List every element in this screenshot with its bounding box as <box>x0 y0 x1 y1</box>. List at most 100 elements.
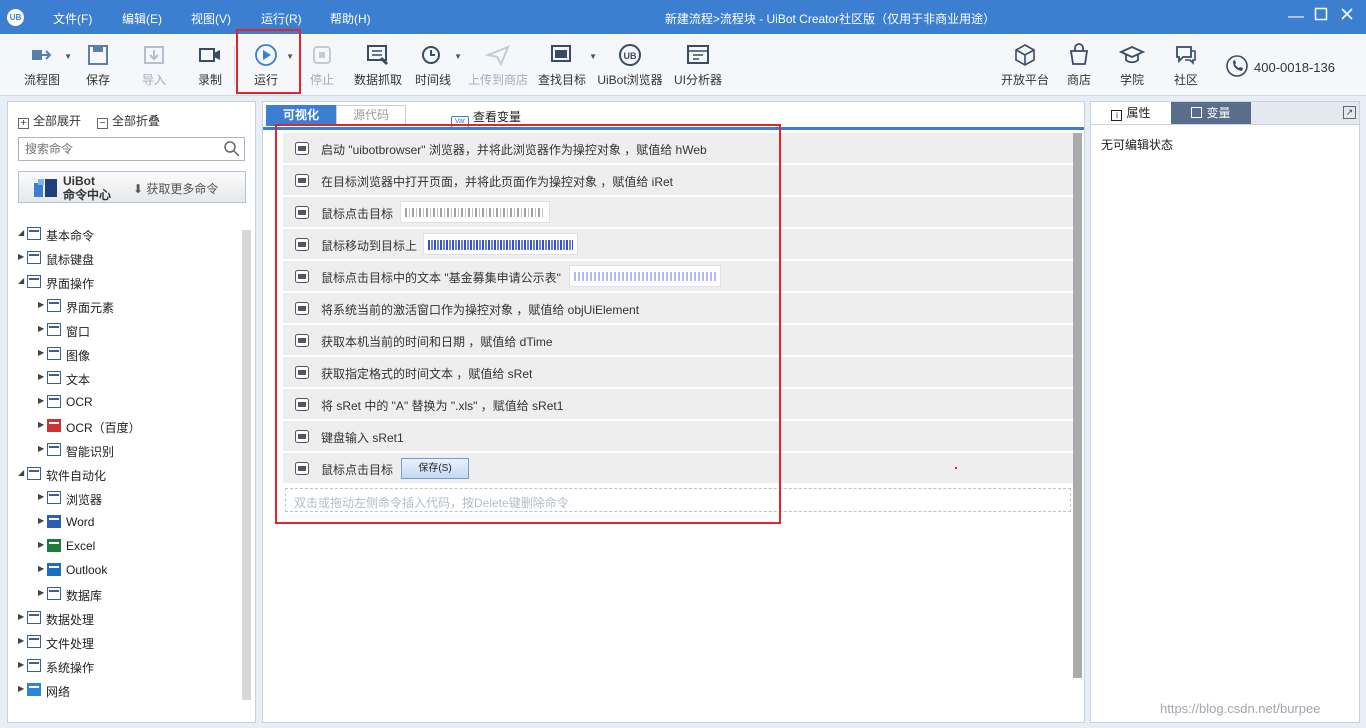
run-highlight <box>236 29 301 94</box>
tab-source[interactable]: 源代码 <box>336 105 406 126</box>
outlook-icon <box>47 563 62 577</box>
svg-text:UB: UB <box>624 51 637 61</box>
collapsed-arrow-icon[interactable]: ▶ <box>38 516 44 525</box>
baidu-ocr-icon <box>47 419 62 433</box>
data-capture-button[interactable]: 数据抓取 <box>353 42 403 88</box>
commands-highlight <box>275 124 781 524</box>
collapsed-arrow-icon[interactable]: ▶ <box>38 588 44 597</box>
support-phone: 400-0018-136 <box>1254 60 1335 75</box>
collapsed-arrow-icon[interactable]: ▶ <box>38 396 44 405</box>
menu-view[interactable]: 视图(V) <box>191 10 231 27</box>
collapsed-arrow-icon[interactable]: ▶ <box>38 324 44 333</box>
get-more-commands[interactable]: ⬇ 获取更多命令 <box>133 180 218 197</box>
ui-element-icon <box>47 299 62 313</box>
text-icon <box>47 371 62 385</box>
find-target-button[interactable]: 查找目标 ▼ <box>537 42 597 88</box>
menu-file[interactable]: 文件(F) <box>53 10 92 27</box>
tree-item-label: 文件处理 <box>46 637 95 651</box>
academy-button[interactable]: 学院 <box>1119 42 1145 88</box>
properties-panel: i 属性 变量 ↗ 无可编辑状态 <box>1090 101 1360 723</box>
pin-icon[interactable]: ↗ <box>1343 106 1356 119</box>
tree-item-label: OCR（百度） <box>66 421 141 435</box>
open-platform-button[interactable]: 开放平台 <box>1000 42 1050 88</box>
download-icon: ⬇ <box>133 182 144 196</box>
tree-item-label: 数据库 <box>66 589 103 603</box>
uibot-browser-button[interactable]: UB UiBot浏览器 <box>595 42 665 88</box>
left-scrollbar[interactable] <box>242 230 251 700</box>
search-icon[interactable] <box>223 140 241 158</box>
tree-item-label: OCR <box>66 395 93 409</box>
tree-item-label: Excel <box>66 539 96 553</box>
tab-variables[interactable]: 变量 <box>1171 102 1251 124</box>
community-button[interactable]: 社区 <box>1173 42 1199 88</box>
collapsed-arrow-icon[interactable]: ▶ <box>18 684 24 693</box>
import-icon <box>144 46 164 64</box>
tree-item-label: 数据处理 <box>46 613 95 627</box>
collapsed-arrow-icon[interactable]: ▶ <box>38 564 44 573</box>
data-capture-icon <box>367 45 389 66</box>
collapsed-arrow-icon[interactable]: ▶ <box>18 612 24 621</box>
toolbar: 流程图 ▼ 保存 导入 录制 运行 ▼ 停止 数据抓取 时间线 ▼ 上传到商店 查找目… <box>0 34 1366 96</box>
collapse-all-button[interactable]: − 全部折叠 <box>97 112 160 129</box>
image-icon <box>47 347 62 361</box>
collapsed-arrow-icon[interactable]: ▶ <box>38 300 44 309</box>
expanded-arrow-icon[interactable]: ◢ <box>18 228 24 237</box>
tree-item-label: Word <box>66 515 95 529</box>
flowchart-icon <box>32 50 52 60</box>
record-button[interactable]: 录制 <box>196 42 224 88</box>
store-button[interactable]: 商店 <box>1066 42 1092 88</box>
command-center-button[interactable]: UiBot 命令中心 ⬇ 获取更多命令 <box>18 171 246 203</box>
tree-item-label: 界面元素 <box>66 301 115 315</box>
search-input[interactable] <box>18 137 245 161</box>
no-editable-state: 无可编辑状态 <box>1101 138 1174 152</box>
ui-operation-icon <box>27 275 42 289</box>
collapsed-arrow-icon[interactable]: ▶ <box>38 444 44 453</box>
minimize-icon[interactable]: — <box>1285 6 1307 28</box>
collapsed-arrow-icon[interactable]: ▶ <box>38 372 44 381</box>
store-icon <box>1069 43 1089 65</box>
tree-item-label: 系统操作 <box>46 661 95 675</box>
upload-store-button[interactable]: 上传到商店 <box>467 42 529 88</box>
paper-plane-icon <box>485 45 510 67</box>
collapsed-arrow-icon[interactable]: ▶ <box>18 252 24 261</box>
collapsed-arrow-icon[interactable]: ▶ <box>18 660 24 669</box>
menu-run[interactable]: 运行(R) <box>261 10 302 27</box>
collapsed-arrow-icon[interactable]: ▶ <box>38 420 44 429</box>
mouse-keyboard-icon <box>27 251 42 265</box>
tab-visual[interactable]: 可视化 <box>266 105 336 126</box>
uibot-logo-icon: UB <box>7 9 24 26</box>
ocr-icon <box>47 395 62 409</box>
tree-item-label: 软件自动化 <box>46 469 107 483</box>
tree-item-label: 基本命令 <box>46 229 95 243</box>
editor-scrollbar[interactable] <box>1073 133 1082 678</box>
tree-item-label: 智能识别 <box>66 445 115 459</box>
ui-analyzer-icon <box>687 45 709 64</box>
ui-analyzer-button[interactable]: UI分析器 <box>673 42 723 88</box>
word-icon <box>47 515 62 529</box>
collapsed-arrow-icon[interactable]: ▶ <box>38 540 44 549</box>
window-icon <box>47 323 62 337</box>
save-button[interactable]: 保存 <box>84 42 112 88</box>
import-button[interactable]: 导入 <box>140 42 168 88</box>
file-processing-icon <box>27 635 42 649</box>
collapsed-arrow-icon[interactable]: ▶ <box>38 348 44 357</box>
record-icon <box>199 48 220 62</box>
close-icon[interactable] <box>1336 6 1358 28</box>
timeline-button[interactable]: 时间线 ▼ <box>414 42 462 88</box>
expanded-arrow-icon[interactable]: ◢ <box>18 468 24 477</box>
tab-properties[interactable]: i 属性 <box>1091 102 1171 124</box>
stop-icon <box>313 46 331 64</box>
network-icon <box>27 683 42 697</box>
expand-all-button[interactable]: + 全部展开 <box>18 112 81 129</box>
menu-edit[interactable]: 编辑(E) <box>122 10 162 27</box>
collapsed-arrow-icon[interactable]: ▶ <box>38 492 44 501</box>
expanded-arrow-icon[interactable]: ◢ <box>18 276 24 285</box>
flowchart-button[interactable]: 流程图 ▼ <box>22 42 72 88</box>
collapsed-arrow-icon[interactable]: ▶ <box>18 636 24 645</box>
command-center-icon <box>34 179 57 197</box>
stop-button[interactable]: 停止 <box>308 42 336 88</box>
menu-help[interactable]: 帮助(H) <box>330 10 371 27</box>
maximize-icon[interactable] <box>1310 6 1332 28</box>
database-icon <box>47 587 62 601</box>
command-panel: +全部展开 −全部折叠 UiBot命令中心 ⬇ 获取更多命令 ◢ 基本命令 ▶ 鼠标键… <box>7 101 256 723</box>
